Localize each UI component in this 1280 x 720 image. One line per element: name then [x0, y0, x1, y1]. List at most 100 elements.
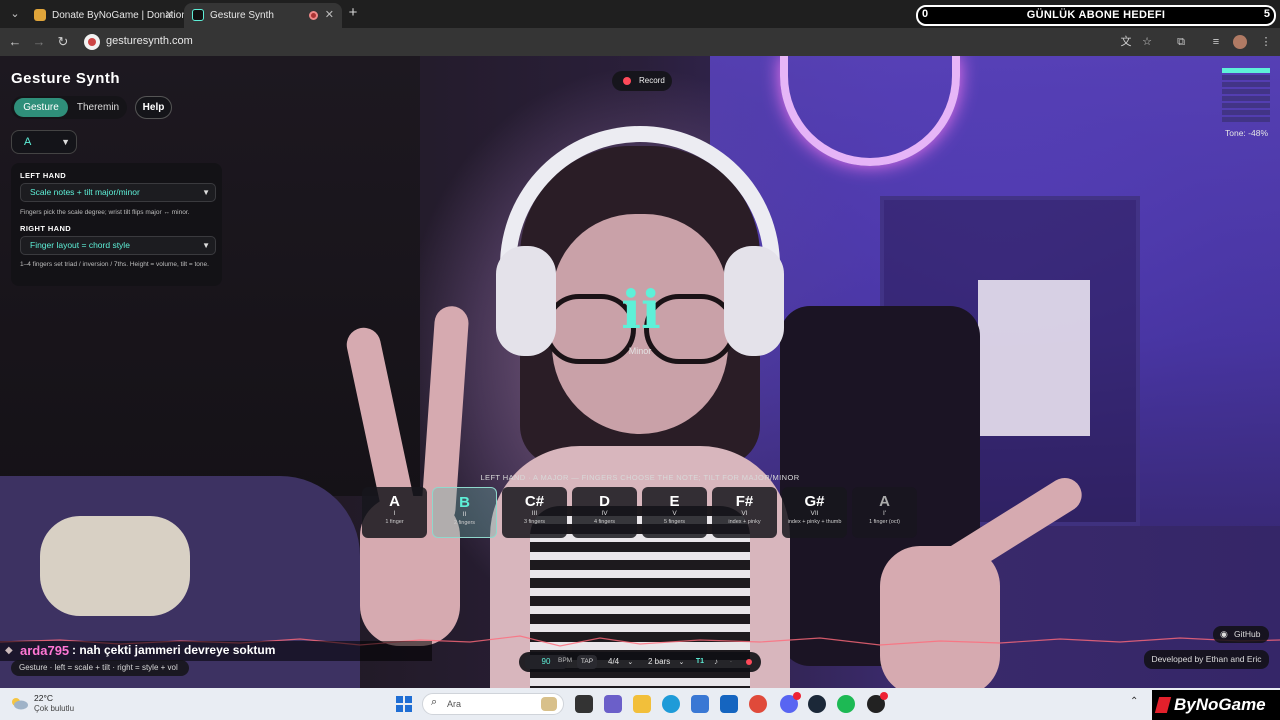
file-explorer-icon[interactable] [633, 695, 651, 713]
notification-badge [793, 692, 801, 700]
back-arrow-icon[interactable]: ← [7, 34, 23, 50]
new-tab-plus-icon[interactable]: + [346, 4, 360, 22]
plush-pillow [40, 516, 190, 616]
cloud-icon[interactable] [10, 696, 28, 710]
record-label: Record [639, 76, 665, 85]
tab-gesture[interactable]: Gesture [14, 98, 68, 117]
note-card-3[interactable]: D IV 4 fingers [572, 487, 637, 538]
weather-temperature[interactable]: 22°C [34, 693, 53, 703]
note-card-7[interactable]: A I' 1 finger (oct) [852, 487, 917, 538]
gesture-hint: LEFT HAND · A MAJOR — FINGERS CHOOSE THE… [480, 473, 800, 482]
note-card-6[interactable]: G# VII index + pinky + thumb [782, 487, 847, 538]
search-highlight-icon [541, 697, 557, 711]
chrome-icon[interactable] [749, 695, 767, 713]
outlook-icon[interactable] [720, 695, 738, 713]
note-card-5[interactable]: F# VI index + pinky [712, 487, 777, 538]
github-link[interactable]: ◉ GitHub [1213, 626, 1269, 643]
time-signature-value: 4/4 [608, 657, 620, 666]
notification-badge [880, 692, 888, 700]
note-degree: IV [601, 510, 608, 517]
steam-icon[interactable] [808, 695, 826, 713]
note-name: A [879, 493, 890, 510]
chat-message: : nah çekti jammeri devreye soktum [72, 643, 276, 657]
tab-gesture-synth[interactable]: Gesture Synth ✕ [184, 3, 342, 28]
loop-record-icon[interactable] [746, 659, 752, 665]
bookmark-star-icon[interactable]: ☆ [1139, 34, 1155, 50]
chat-user-icon: ◆ [5, 645, 13, 656]
extensions-puzzle-icon[interactable]: ⧉ [1173, 34, 1189, 50]
weather-condition[interactable]: Çok bulutlu [34, 704, 74, 713]
tone-meter-bar [1222, 89, 1270, 94]
task-view-icon[interactable] [575, 695, 593, 713]
note-name: B [459, 494, 470, 511]
tab-title: Gesture Synth [210, 10, 274, 21]
loop-length-select[interactable]: 2 bars ⌄ [648, 655, 684, 669]
record-button[interactable]: Record [612, 71, 672, 91]
time-signature-select[interactable]: 4/4 ⌄ [608, 655, 633, 669]
site-info-icon[interactable] [84, 34, 100, 50]
spotify-icon[interactable] [837, 695, 855, 713]
obs-icon[interactable] [867, 692, 888, 713]
left-hand-peace-sign [343, 305, 470, 666]
note-degree: VII [810, 510, 819, 517]
note-fingers: 2 fingers [453, 520, 476, 526]
left-hand-heading: LEFT HAND [20, 171, 67, 180]
left-hand-note: Fingers pick the scale degree; wrist til… [20, 209, 190, 216]
left-hand-mode-select[interactable]: Scale notes + tilt major/minor ▼ [20, 183, 216, 202]
recording-indicator-icon [309, 11, 318, 20]
tap-tempo-button[interactable]: TAP [577, 655, 597, 669]
github-icon: ◉ [1220, 629, 1228, 639]
store-icon[interactable] [691, 695, 709, 713]
goal-target: 5 [1263, 8, 1270, 20]
tab-theremin[interactable]: Theremin [71, 98, 125, 117]
url-text[interactable]: gesturesynth.com [106, 35, 193, 47]
forward-arrow-icon[interactable]: → [31, 34, 47, 50]
search-placeholder: Ara [447, 699, 462, 709]
teams-icon[interactable] [604, 695, 622, 713]
tab-search-icon[interactable]: ⌄ [6, 5, 24, 23]
windows-taskbar: 22°C Çok bulutlu ⌕ Ara ⌃ [0, 688, 1280, 720]
tone-meter-bar [1222, 96, 1270, 101]
note-name: G# [804, 493, 825, 510]
headphone-earcup [496, 246, 556, 356]
translate-icon[interactable]: 文 [1118, 34, 1134, 50]
note-fingers: 4 fingers [593, 519, 616, 525]
left-hand-mode-value: Scale notes + tilt major/minor [30, 187, 140, 197]
tray-chevron-up-icon[interactable]: ⌃ [1130, 696, 1138, 707]
help-button[interactable]: Help [135, 96, 172, 119]
note-card-0[interactable]: AI 1 finger [362, 487, 427, 538]
donate-favicon-icon [34, 9, 46, 21]
close-icon[interactable]: ✕ [325, 3, 334, 28]
track-t1-button[interactable]: T1 [695, 655, 705, 669]
note-name: F# [735, 493, 754, 510]
media-control-icon[interactable]: ≡ [1208, 34, 1224, 50]
note-degree: VI [741, 510, 748, 517]
note-fingers: index + pinky + thumb [787, 519, 842, 525]
profile-avatar[interactable] [1233, 35, 1247, 49]
note-card-1[interactable]: B II 2 fingers [432, 487, 497, 538]
credit-badge: Developed by Ethan and Eric [1144, 650, 1269, 669]
taskbar-search[interactable]: ⌕ Ara [422, 693, 564, 715]
tone-meter [1222, 68, 1270, 122]
right-hand-mode-value: Finger layout = chord style [30, 240, 130, 250]
note-degree: III [531, 510, 538, 517]
discord-icon[interactable] [780, 692, 801, 713]
windows-start-icon[interactable] [396, 696, 412, 712]
edge-icon[interactable] [662, 695, 680, 713]
menu-dots-icon[interactable]: ⋮ [1258, 34, 1274, 50]
goal-title: GÜNLÜK ABONE HEDEFI [1026, 9, 1166, 21]
note-card-4[interactable]: EV 5 fingers [642, 487, 707, 538]
address-bar-row: ← → ↻ gesturesynth.com 文 ☆ ⧉ ≡ ⋮ [0, 28, 1280, 56]
bpm-label: BPM [558, 657, 573, 664]
note-card-2[interactable]: C# III 3 fingers [502, 487, 567, 538]
key-select[interactable]: A ▼ [11, 130, 77, 154]
bynogame-logo-icon [1154, 697, 1172, 713]
tone-meter-bar [1222, 68, 1270, 73]
loop-length-value: 2 bars [648, 657, 671, 666]
close-icon[interactable]: ✕ [165, 3, 174, 28]
note-degree: II [462, 511, 467, 518]
metronome-icon[interactable]: ♪ [711, 655, 721, 669]
tab-donate[interactable]: Donate ByNoGame | Donations ✕ [26, 3, 192, 28]
right-hand-mode-select[interactable]: Finger layout = chord style ▼ [20, 236, 216, 255]
reload-icon[interactable]: ↻ [55, 34, 71, 50]
